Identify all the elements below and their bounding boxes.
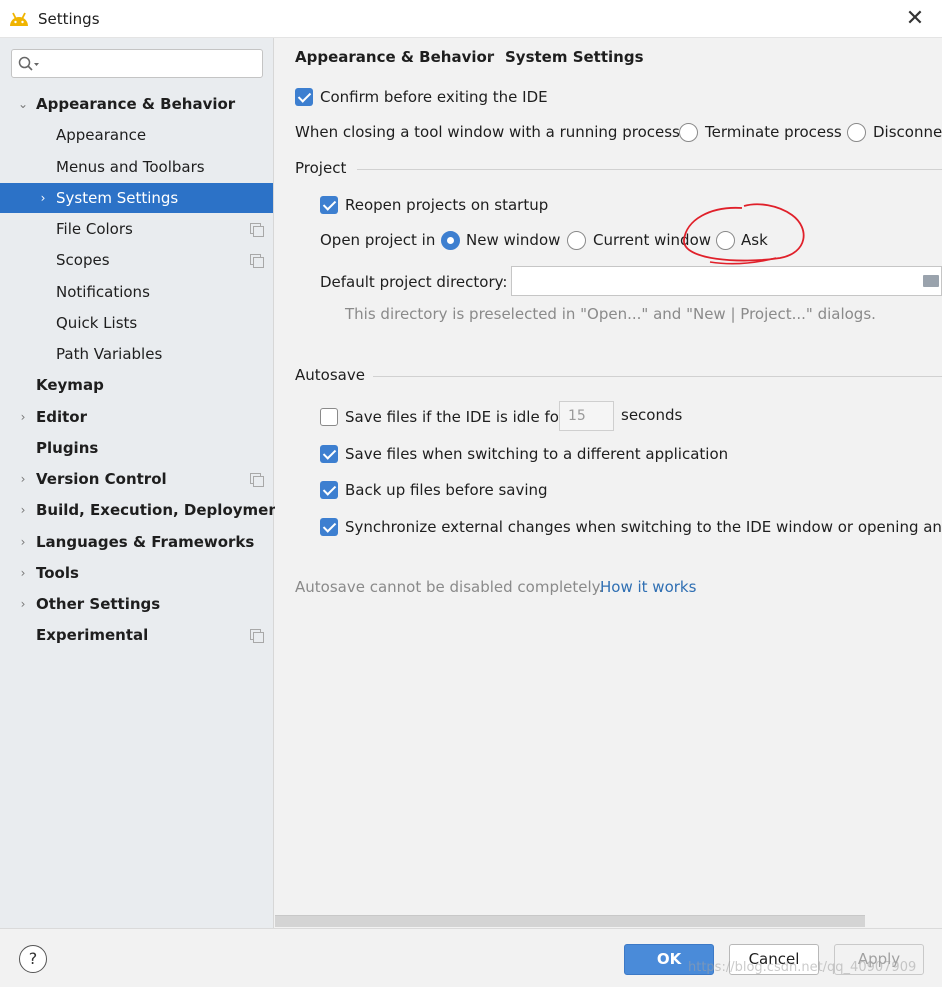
- dialog-button-bar: ? OK Cancel Apply https://blog.csdn.net/…: [0, 928, 942, 987]
- new-window-label[interactable]: New window: [466, 231, 560, 249]
- close-icon[interactable]: ✕: [902, 6, 928, 32]
- sidebar-item-label: Editor: [36, 408, 87, 426]
- confirm-exit-checkbox[interactable]: [295, 88, 313, 106]
- horizontal-scrollbar[interactable]: [275, 915, 865, 927]
- sidebar-item-tools[interactable]: › Tools: [0, 558, 273, 588]
- sidebar-item-file-colors[interactable]: File Colors: [0, 214, 273, 244]
- sidebar-item-label: Notifications: [56, 283, 150, 301]
- chevron-right-icon[interactable]: ›: [16, 589, 30, 619]
- sidebar-item-label: Path Variables: [56, 345, 163, 363]
- project-section-title: Project: [295, 159, 347, 177]
- save-idle-checkbox[interactable]: [320, 408, 338, 426]
- chevron-right-icon[interactable]: ›: [36, 183, 50, 213]
- open-project-in-label: Open project in: [320, 231, 436, 249]
- save-on-switch-label[interactable]: Save files when switching to a different…: [345, 445, 728, 463]
- breadcrumb-current: System Settings: [505, 48, 644, 66]
- project-scope-icon: [250, 223, 264, 237]
- disconnect-label[interactable]: Disconnect: [873, 123, 942, 141]
- sidebar-item-languages-frameworks[interactable]: › Languages & Frameworks: [0, 527, 273, 557]
- chevron-right-icon[interactable]: ›: [16, 558, 30, 588]
- project-scope-icon: [250, 473, 264, 487]
- sidebar-item-label: Tools: [36, 564, 79, 582]
- seconds-label: seconds: [621, 406, 683, 424]
- sidebar-item-label: File Colors: [56, 220, 133, 238]
- sidebar-item-menus-toolbars[interactable]: Menus and Toolbars: [0, 152, 273, 182]
- reopen-projects-checkbox[interactable]: [320, 196, 338, 214]
- chevron-right-icon[interactable]: ›: [16, 464, 30, 494]
- sidebar-item-version-control[interactable]: › Version Control: [0, 464, 273, 494]
- chevron-right-icon[interactable]: ›: [16, 495, 30, 525]
- terminate-process-label[interactable]: Terminate process: [705, 123, 842, 141]
- sidebar-item-appearance-behavior[interactable]: ⌄ Appearance & Behavior: [0, 89, 273, 119]
- sidebar-item-editor[interactable]: › Editor: [0, 402, 273, 432]
- save-on-switch-checkbox[interactable]: [320, 445, 338, 463]
- sidebar-item-experimental[interactable]: Experimental: [0, 620, 273, 650]
- disconnect-radio[interactable]: [847, 123, 866, 142]
- help-button[interactable]: ?: [19, 945, 47, 973]
- chevron-right-icon[interactable]: ›: [16, 527, 30, 557]
- red-annotation-circle: [683, 203, 805, 265]
- android-studio-icon: [10, 12, 28, 26]
- how-it-works-link[interactable]: How it works: [600, 578, 696, 596]
- section-divider: [357, 169, 942, 170]
- closing-process-label: When closing a tool window with a runnin…: [295, 123, 685, 141]
- default-directory-hint: This directory is preselected in "Open..…: [345, 305, 876, 323]
- sidebar-item-path-variables[interactable]: Path Variables: [0, 339, 273, 369]
- search-input[interactable]: [11, 49, 263, 78]
- breadcrumb-separator: ›: [487, 49, 493, 64]
- backup-files-checkbox[interactable]: [320, 481, 338, 499]
- sidebar-item-keymap[interactable]: Keymap: [0, 370, 273, 400]
- sidebar-item-label: System Settings: [56, 189, 179, 207]
- sidebar-item-label: Experimental: [36, 626, 149, 644]
- window-title: Settings: [38, 10, 100, 28]
- reopen-projects-label[interactable]: Reopen projects on startup: [345, 196, 548, 214]
- sidebar-item-label: Quick Lists: [56, 314, 138, 332]
- autosave-note: Autosave cannot be disabled completely.: [295, 578, 604, 596]
- backup-files-label[interactable]: Back up files before saving: [345, 481, 548, 499]
- current-window-radio[interactable]: [567, 231, 586, 250]
- title-bar: Settings ✕: [0, 0, 942, 38]
- sidebar-item-quick-lists[interactable]: Quick Lists: [0, 308, 273, 338]
- watermark: https://blog.csdn.net/qq_40907909: [688, 960, 917, 975]
- folder-icon[interactable]: [923, 275, 939, 287]
- project-scope-icon: [250, 254, 264, 268]
- sidebar-item-label: Scopes: [56, 251, 110, 269]
- sidebar-item-label: Keymap: [36, 376, 104, 394]
- sidebar-item-label: Appearance & Behavior: [36, 95, 236, 113]
- sidebar-item-plugins[interactable]: Plugins: [0, 433, 273, 463]
- sidebar-item-appearance[interactable]: Appearance: [0, 120, 273, 150]
- sidebar-item-label: Other Settings: [36, 595, 161, 613]
- default-project-directory-field[interactable]: [511, 266, 942, 296]
- sync-external-label[interactable]: Synchronize external changes when switch…: [345, 518, 942, 536]
- project-scope-icon: [250, 629, 264, 643]
- sidebar-item-label: Build, Execution, Deployment: [36, 501, 287, 519]
- new-window-radio[interactable]: [441, 231, 460, 250]
- idle-seconds-input[interactable]: 15: [559, 401, 614, 431]
- sidebar-item-scopes[interactable]: Scopes: [0, 245, 273, 275]
- autosave-section-title: Autosave: [295, 366, 365, 384]
- chevron-right-icon[interactable]: ›: [16, 402, 30, 432]
- sidebar-item-label: Version Control: [36, 470, 167, 488]
- terminate-process-radio[interactable]: [679, 123, 698, 142]
- settings-sidebar: ⌄ Appearance & Behavior Appearance Menus…: [0, 38, 287, 928]
- settings-content: Appearance & Behavior › System Settings …: [275, 38, 942, 928]
- default-project-directory-label: Default project directory:: [320, 273, 508, 291]
- section-divider: [373, 376, 942, 377]
- sidebar-item-notifications[interactable]: Notifications: [0, 277, 273, 307]
- save-idle-label[interactable]: Save files if the IDE is idle for: [345, 408, 565, 426]
- sidebar-item-label: Appearance: [56, 126, 147, 144]
- sidebar-item-system-settings[interactable]: › System Settings: [0, 183, 273, 213]
- sidebar-item-label: Plugins: [36, 439, 99, 457]
- chevron-down-icon[interactable]: ⌄: [16, 89, 30, 119]
- sync-external-checkbox[interactable]: [320, 518, 338, 536]
- breadcrumb-parent[interactable]: Appearance & Behavior: [295, 48, 494, 66]
- confirm-exit-label[interactable]: Confirm before exiting the IDE: [320, 88, 548, 106]
- search-icon: [18, 56, 39, 71]
- sidebar-item-other-settings[interactable]: › Other Settings: [0, 589, 273, 619]
- sidebar-item-label: Menus and Toolbars: [56, 158, 205, 176]
- sidebar-item-label: Languages & Frameworks: [36, 533, 255, 551]
- sidebar-item-build-execution-deployment[interactable]: › Build, Execution, Deployment: [0, 495, 287, 525]
